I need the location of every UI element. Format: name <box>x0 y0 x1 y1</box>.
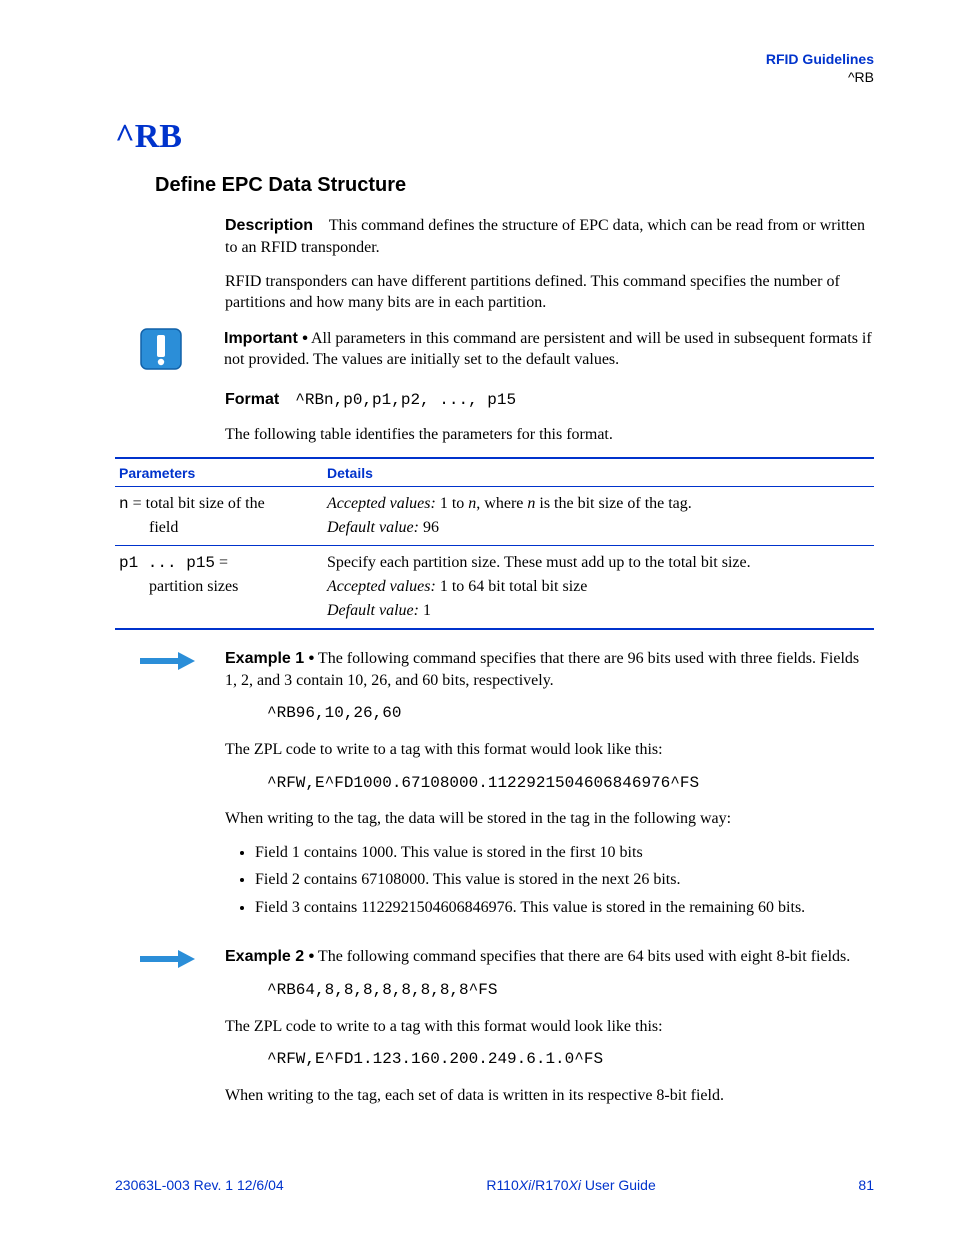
example-2-code-1: ^RB64,8,8,8,8,8,8,8,8^FS <box>267 980 874 1002</box>
example-2-zpl-intro: The ZPL code to write to a tag with this… <box>225 1016 874 1038</box>
important-note: Important • All parameters in this comma… <box>140 328 874 371</box>
header-cmd: ^RB <box>115 68 874 86</box>
param-cell: n = total bit size of the field <box>115 487 323 546</box>
example-1-intro: The following command specifies that the… <box>225 650 859 689</box>
example-1-bullets: Field 1 contains 1000. This value is sto… <box>239 842 874 919</box>
example-1-store-intro: When writing to the tag, the data will b… <box>225 808 874 830</box>
command-subtitle: Define EPC Data Structure <box>155 174 874 197</box>
footer-page-number: 81 <box>858 1177 874 1193</box>
details-cell: Accepted values: 1 to n, where n is the … <box>323 487 874 546</box>
example-2-store-intro: When writing to the tag, each set of dat… <box>225 1085 874 1107</box>
param-desc: partition sizes <box>149 575 319 599</box>
example-1: Example 1 • The following command specif… <box>140 648 874 932</box>
important-body: All parameters in this command are persi… <box>224 330 872 369</box>
th-details: Details <box>323 458 874 487</box>
arrow-icon <box>140 950 195 973</box>
page: RFID Guidelines ^RB ^RB Define EPC Data … <box>0 0 954 1235</box>
details-cell: Specify each partition size. These must … <box>323 546 874 630</box>
example-2-code-2: ^RFW,E^FD1.123.160.200.249.6.1.0^FS <box>267 1049 874 1071</box>
important-text: Important • All parameters in this comma… <box>224 328 874 371</box>
list-item: Field 2 contains 67108000. This value is… <box>255 869 874 891</box>
important-label: Important • <box>224 330 308 347</box>
important-icon <box>140 328 182 370</box>
command-title: ^RB <box>115 118 874 156</box>
example-2-intro: The following command specifies that the… <box>318 948 850 965</box>
table-intro: The following table identifies the param… <box>225 424 874 446</box>
format-label: Format <box>225 391 279 408</box>
example-2-label: Example 2 • <box>225 948 314 965</box>
format-code: ^RBn,p0,p1,p2, ..., p15 <box>295 391 516 409</box>
param-code: n <box>119 495 129 513</box>
page-footer: 23063L-003 Rev. 1 12/6/04 R110Xi/R170Xi … <box>115 1177 874 1193</box>
page-header: RFID Guidelines ^RB <box>115 50 874 86</box>
example-1-zpl-intro: The ZPL code to write to a tag with this… <box>225 739 874 761</box>
example-1-code-2: ^RFW,E^FD1000.67108000.11229215046068469… <box>267 773 874 795</box>
description-para-2: RFID transponders can have different par… <box>225 271 874 314</box>
format-line: Format ^RBn,p0,p1,p2, ..., p15 <box>225 389 874 412</box>
param-code: p1 ... p15 <box>119 554 215 572</box>
table-row: p1 ... p15 = partition sizes Specify eac… <box>115 546 874 630</box>
list-item: Field 1 contains 1000. This value is sto… <box>255 842 874 864</box>
format-block: Format ^RBn,p0,p1,p2, ..., p15 The follo… <box>225 389 874 445</box>
description-block: Description This command defines the str… <box>225 215 874 313</box>
example-2-body: Example 2 • The following command specif… <box>225 946 874 1118</box>
param-cell: p1 ... p15 = partition sizes <box>115 546 323 630</box>
footer-center: R110Xi/R170Xi User Guide <box>284 1177 859 1193</box>
param-desc-cont: field <box>149 516 319 540</box>
header-guide: RFID Guidelines <box>115 50 874 68</box>
description-label: Description <box>225 217 313 234</box>
param-desc-inline: total bit size of the <box>146 495 265 512</box>
description-para-1: Description This command defines the str… <box>225 215 874 258</box>
arrow-icon <box>140 652 195 675</box>
th-parameters: Parameters <box>115 458 323 487</box>
example-1-code-1: ^RB96,10,26,60 <box>267 703 874 725</box>
example-1-body: Example 1 • The following command specif… <box>225 648 874 932</box>
list-item: Field 3 contains 1122921504606846976. Th… <box>255 897 874 919</box>
footer-left: 23063L-003 Rev. 1 12/6/04 <box>115 1177 284 1193</box>
table-row: n = total bit size of the field Accepted… <box>115 487 874 546</box>
example-2: Example 2 • The following command specif… <box>140 946 874 1118</box>
parameters-table: Parameters Details n = total bit size of… <box>115 457 874 630</box>
example-1-label: Example 1 • <box>225 650 314 667</box>
